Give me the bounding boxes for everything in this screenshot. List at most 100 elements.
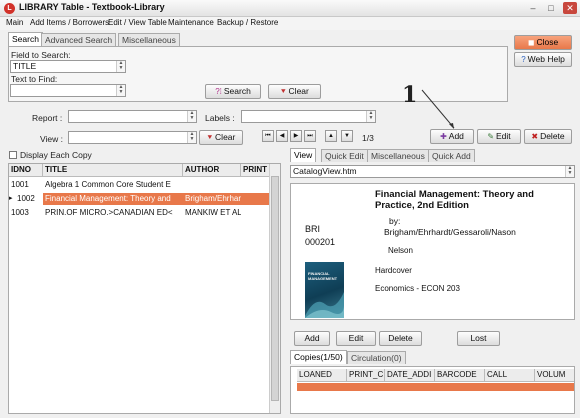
tab-view-miscellaneous[interactable]: Miscellaneous bbox=[367, 149, 429, 162]
tab-view[interactable]: View bbox=[290, 148, 317, 162]
table-row[interactable] bbox=[297, 383, 574, 391]
catalog-preview: BRI 000201 Financial Management: Theory … bbox=[290, 183, 575, 320]
col-header-loaned[interactable]: LOANED bbox=[297, 369, 347, 382]
cell-print bbox=[241, 193, 271, 205]
eraser-icon: ⯆ bbox=[280, 87, 287, 96]
labels-select[interactable]: ▲ ▼ bbox=[241, 110, 376, 123]
copy-add-button[interactable]: Add bbox=[294, 331, 330, 346]
col-header-date-added[interactable]: DATE_ADDI bbox=[385, 369, 435, 382]
cell-author bbox=[183, 179, 241, 191]
copies-table: LOANED PRINT_C DATE_ADDI BARCODE CALL VO… bbox=[290, 366, 575, 414]
view-select[interactable]: ▲ ▼ bbox=[68, 131, 197, 144]
app-icon: L bbox=[4, 3, 15, 14]
edit-button[interactable]: ✎ Edit bbox=[477, 129, 521, 144]
annotation-arrow bbox=[421, 89, 455, 129]
close-window-button[interactable]: ✕ bbox=[563, 2, 577, 14]
call-number-1: BRI bbox=[305, 224, 321, 234]
copy-lost-button[interactable]: Lost bbox=[457, 331, 500, 346]
cover-graphic bbox=[305, 292, 344, 318]
cell-idno: 1002 bbox=[17, 194, 35, 203]
copy-edit-button[interactable]: Edit bbox=[336, 331, 376, 346]
copy-delete-button[interactable]: Delete bbox=[379, 331, 422, 346]
maximize-button[interactable]: □ bbox=[544, 2, 558, 14]
tab-advanced-search[interactable]: Advanced Search bbox=[41, 33, 117, 46]
menu-main[interactable]: Main bbox=[6, 18, 23, 27]
web-help-button[interactable]: ? Web Help bbox=[514, 52, 572, 67]
call-number-2: 000201 bbox=[305, 237, 336, 247]
text-to-find-label: Text to Find: bbox=[11, 74, 58, 84]
col-header-author[interactable]: AUTHOR bbox=[183, 164, 241, 177]
view-label: View : bbox=[40, 134, 63, 144]
col-header-idno[interactable]: IDNO bbox=[9, 164, 43, 177]
menu-backup[interactable]: Backup / Restore bbox=[217, 18, 278, 27]
col-header-barcode[interactable]: BARCODE bbox=[435, 369, 485, 382]
delete-button[interactable]: ✖ Delete bbox=[524, 129, 572, 144]
record-position: 1/3 bbox=[362, 133, 374, 143]
row-pointer-icon: ▸ bbox=[9, 195, 13, 202]
field-to-search-label: Field to Search: bbox=[11, 50, 71, 60]
next-record-button[interactable]: ▶ bbox=[290, 130, 302, 142]
menu-bar: Main Add Items / Borrowers Edit / View T… bbox=[0, 17, 580, 30]
book-authors: Brigham/Ehrhardt/Gessaroli/Nason bbox=[384, 227, 516, 237]
title-bar: L LIBRARY Table - Textbook-Library – □ ✕ bbox=[0, 0, 580, 17]
report-label: Report : bbox=[32, 113, 63, 123]
report-select[interactable]: ▲ ▼ bbox=[68, 110, 197, 123]
book-subject: Economics - ECON 203 bbox=[375, 284, 460, 293]
text-to-find-input[interactable]: ▲ ▼ bbox=[10, 84, 126, 97]
cell-idno: 1003 bbox=[11, 208, 29, 217]
col-header-print[interactable]: PRINT bbox=[241, 164, 271, 177]
close-square-icon: ◼ bbox=[527, 38, 535, 47]
tab-quick-edit[interactable]: Quick Edit bbox=[321, 149, 368, 162]
annotation-number: 1 bbox=[402, 82, 418, 108]
col-header-call[interactable]: CALL bbox=[485, 369, 535, 382]
cell-title: Financial Management: Theory and bbox=[43, 193, 183, 205]
tab-circulation[interactable]: Circulation(0) bbox=[347, 351, 406, 364]
help-icon: ? bbox=[521, 55, 526, 64]
first-record-button[interactable]: ⏮ bbox=[262, 130, 274, 142]
book-title: Financial Management: Theory and Practic… bbox=[375, 189, 534, 211]
prev-record-button[interactable]: ◀ bbox=[276, 130, 288, 142]
menu-maintenance[interactable]: Maintenance bbox=[168, 18, 214, 27]
col-header-title[interactable]: TITLE bbox=[43, 164, 183, 177]
clear-search-button[interactable]: ⯆ Clear bbox=[268, 84, 321, 99]
field-to-search-select[interactable]: TITLE ▲ ▼ bbox=[10, 60, 126, 73]
move-up-button[interactable]: ▲ bbox=[325, 130, 337, 142]
col-header-print-c[interactable]: PRINT_C bbox=[347, 369, 385, 382]
close-button[interactable]: ◼ Close bbox=[514, 35, 572, 50]
book-cover-image: FINANCIAL MANAGEMENT bbox=[305, 262, 344, 318]
tab-search[interactable]: Search bbox=[8, 32, 43, 46]
view-clear-button[interactable]: ⯆ Clear bbox=[199, 130, 243, 145]
delete-icon: ✖ bbox=[531, 132, 539, 141]
move-down-button[interactable]: ▼ bbox=[341, 130, 353, 142]
tab-miscellaneous[interactable]: Miscellaneous bbox=[118, 33, 180, 46]
menu-add-items[interactable]: Add Items / Borrowers bbox=[30, 18, 109, 27]
minimize-button[interactable]: – bbox=[526, 2, 540, 14]
catalog-view-select[interactable]: CatalogView.htm ▲ ▼ bbox=[290, 165, 575, 178]
window-title: LIBRARY Table - Textbook-Library bbox=[19, 2, 165, 12]
tab-copies[interactable]: Copies(1/50) bbox=[290, 350, 347, 364]
cell-author: MANKIW ET AL bbox=[185, 208, 241, 217]
add-button[interactable]: ✚ Add bbox=[430, 129, 474, 144]
book-format: Hardcover bbox=[375, 266, 412, 275]
tab-quick-add[interactable]: Quick Add bbox=[428, 149, 475, 162]
scrollbar-thumb[interactable] bbox=[271, 176, 279, 401]
menu-edit-view[interactable]: Edit / View Table bbox=[108, 18, 167, 27]
last-record-button[interactable]: ⏭ bbox=[304, 130, 316, 142]
col-header-volume[interactable]: VOLUM bbox=[535, 369, 574, 382]
by-label: by: bbox=[389, 216, 401, 226]
table-scrollbar[interactable] bbox=[269, 164, 280, 413]
book-publisher: Nelson bbox=[388, 246, 413, 255]
add-record-icon: ✚ bbox=[440, 132, 447, 141]
search-help-icon: ?⁞ bbox=[215, 87, 222, 96]
cell-author: Brigham/Ehrhardt bbox=[183, 193, 241, 205]
display-each-copy-checkbox[interactable] bbox=[9, 151, 17, 159]
edit-icon: ✎ bbox=[487, 132, 495, 141]
labels-label: Labels : bbox=[205, 113, 235, 123]
cell-title: PRIN.OF MICRO.>CANADIAN ED< bbox=[45, 208, 173, 217]
cell-idno: 1001 bbox=[11, 180, 29, 189]
cell-title: Algebra 1 Common Core Student E bbox=[45, 180, 171, 189]
eraser-icon: ⯆ bbox=[206, 133, 214, 142]
search-button[interactable]: ?⁞ Search bbox=[205, 84, 261, 99]
cover-text: FINANCIAL MANAGEMENT bbox=[308, 271, 338, 281]
items-table: IDNO TITLE AUTHOR PRINT 1001 Algebra 1 C… bbox=[8, 163, 281, 414]
